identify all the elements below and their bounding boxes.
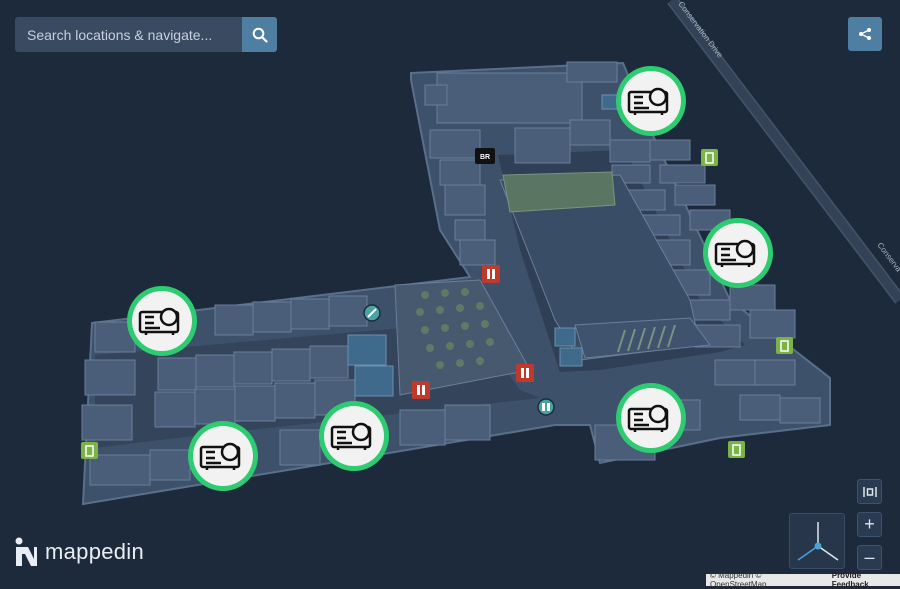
restroom-icon[interactable] <box>412 381 430 399</box>
mappedin-logo: mappedin <box>15 537 144 567</box>
exit-door-icon[interactable] <box>728 441 745 458</box>
attribution-text[interactable]: © Mappedin © OpenStreetMap <box>710 571 820 589</box>
logo-text: mappedin <box>45 539 145 564</box>
projector-icon[interactable] <box>186 419 260 493</box>
attribution-bar: © Mappedin © OpenStreetMap Provide Feedb… <box>706 571 900 589</box>
zoom-out-button[interactable]: – <box>857 545 882 570</box>
level-selector-button[interactable] <box>857 479 882 504</box>
projector-icon[interactable] <box>614 381 688 455</box>
share-icon <box>859 28 871 40</box>
projector-icon[interactable] <box>614 64 688 138</box>
zoom-in-button[interactable]: + <box>857 512 882 537</box>
compass-button[interactable] <box>789 513 845 569</box>
share-button[interactable] <box>848 17 882 51</box>
svg-text:BR: BR <box>480 154 490 161</box>
restroom-icon[interactable] <box>516 364 534 382</box>
search-input[interactable] <box>15 17 242 52</box>
road-label: Conservation Drive <box>676 0 724 60</box>
feedback-link[interactable]: Provide Feedback <box>832 571 900 589</box>
projector-icon[interactable] <box>701 216 775 290</box>
projector-icon[interactable] <box>125 284 199 358</box>
search-icon <box>252 27 268 43</box>
indoor-map[interactable]: Conservation Drive Conserva BR <box>0 0 900 586</box>
store-marker-br[interactable]: BR <box>475 148 495 164</box>
exit-door-icon[interactable] <box>81 442 98 459</box>
info-icon[interactable] <box>363 304 381 322</box>
mappedin-logo-icon <box>15 537 37 566</box>
search-button[interactable] <box>242 17 277 52</box>
projector-icon[interactable] <box>317 399 391 473</box>
exit-door-icon[interactable] <box>776 337 793 354</box>
restroom-icon[interactable] <box>482 265 500 283</box>
search-bar <box>15 17 277 52</box>
exit-door-icon[interactable] <box>701 149 718 166</box>
compass-icon <box>797 522 839 561</box>
info-icon[interactable] <box>537 398 555 416</box>
level-icon <box>862 486 877 497</box>
